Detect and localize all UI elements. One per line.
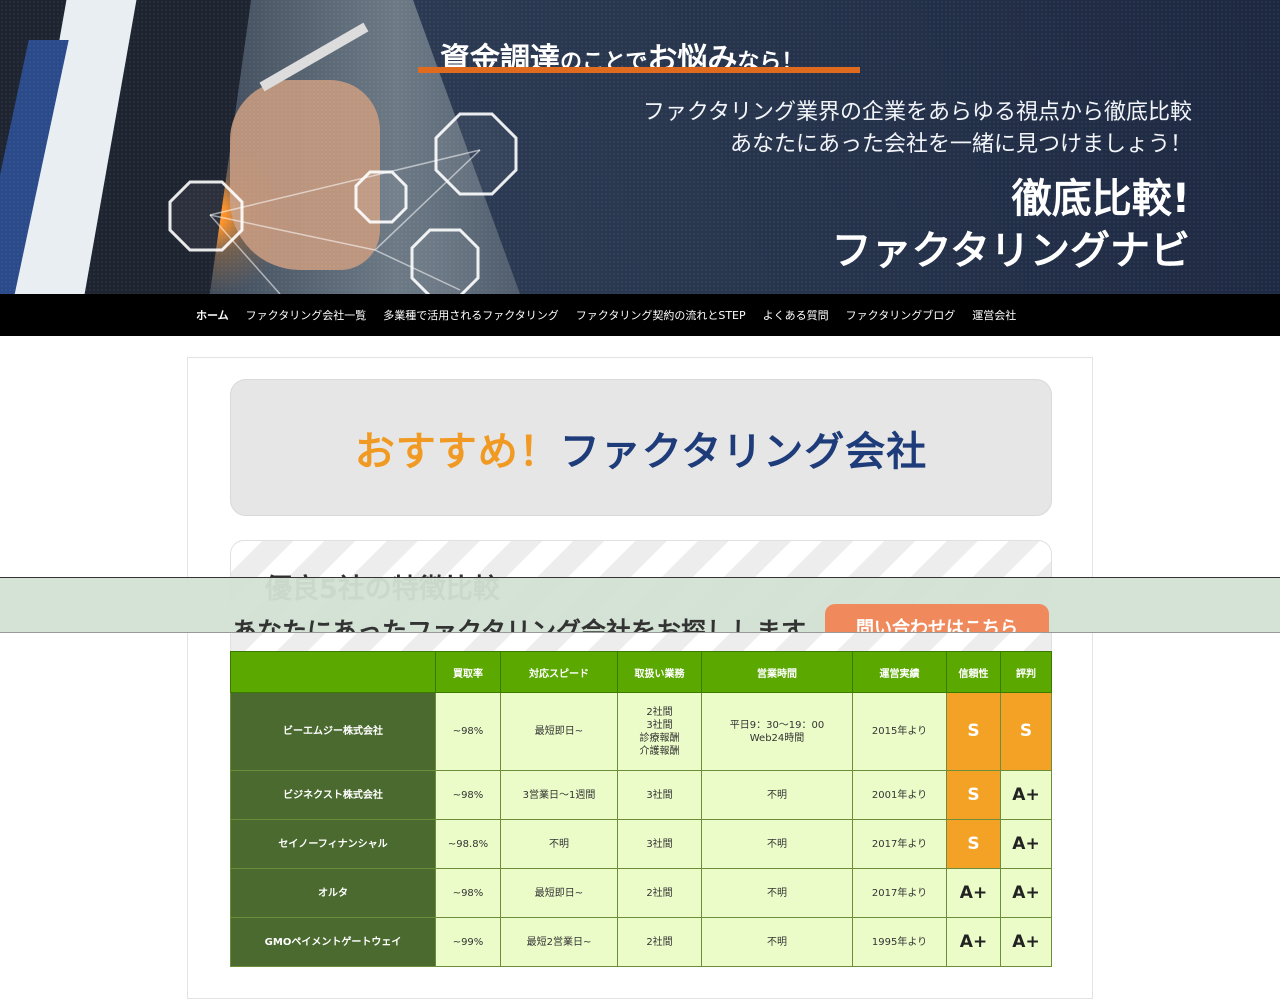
trust-grade: A+ xyxy=(946,917,1001,967)
table-header-row: 買取率 対応スピード 取扱い業務 営業時間 運営実績 信頼性 評判 xyxy=(230,651,1052,693)
hero-title-line2: ファクタリングナビ xyxy=(831,228,1190,274)
recommend-banner: おすすめ！ ファクタリング会社 xyxy=(230,379,1052,516)
table-row: セイノーフィナンシャル ~98.8% 不明 3社間 不明 2017年より S A… xyxy=(230,819,1052,869)
overlay-text: あなたにあったファクタリング会社をお探しします。 xyxy=(232,617,829,633)
company-name[interactable]: GMOペイメントゲートウェイ xyxy=(230,917,436,967)
reputation-grade: S xyxy=(1000,692,1052,771)
hero-sub-line1: ファクタリング業界の企業をあらゆる視点から徹底比較 xyxy=(642,100,1192,125)
response-speed: 最短2営業日~ xyxy=(500,917,618,967)
reputation-grade: A+ xyxy=(1000,819,1052,869)
recommend-prefix: おすすめ！ xyxy=(354,428,560,475)
table-row: ビジネクスト株式会社 ~98% 3営業日〜1週間 3社間 不明 2001年より … xyxy=(230,770,1052,820)
service-item: 診療報酬 xyxy=(639,732,680,744)
services-cell: 3社間 xyxy=(617,770,702,820)
overlay-band: あなたにあったファクタリング会社をお探しします。 問い合わせはこちら xyxy=(0,577,1280,633)
reputation-grade: A+ xyxy=(1000,917,1052,967)
hero-sub-line2: あなたにあった会社を一緒に見つけましょう！ xyxy=(729,132,1192,157)
business-hours-cell: 不明 xyxy=(701,917,853,967)
operating-since: 2015年より xyxy=(852,692,947,771)
trust-grade: A+ xyxy=(946,868,1001,918)
reputation-grade: A+ xyxy=(1000,868,1052,918)
hero-headline-underline xyxy=(418,67,860,73)
nav-item-industries[interactable]: 多業種で活用されるファクタリング xyxy=(383,307,559,323)
services-cell: 3社間 xyxy=(617,819,702,869)
nav-item-company-list[interactable]: ファクタリング会社一覧 xyxy=(246,307,367,323)
table-row: ビーエムジー株式会社 ~98% 最短即日~ 2社間 3社間 診療報酬 介護報酬 … xyxy=(230,692,1052,771)
header-company xyxy=(230,651,436,693)
purchase-rate: ~98% xyxy=(435,868,501,918)
service-item: 介護報酬 xyxy=(639,745,680,757)
header-services: 取扱い業務 xyxy=(617,651,702,693)
header-rate: 買取率 xyxy=(435,651,501,693)
company-name[interactable]: オルタ xyxy=(230,868,436,918)
operating-since: 2017年より xyxy=(852,819,947,869)
nav-item-faq[interactable]: よくある質問 xyxy=(763,307,829,323)
header-reputation: 評判 xyxy=(1000,651,1052,693)
nav-item-home[interactable]: ホーム xyxy=(196,307,229,323)
trust-grade: S xyxy=(946,770,1001,820)
services-cell: 2社間 xyxy=(617,868,702,918)
nav-item-blog[interactable]: ファクタリングブログ xyxy=(846,307,956,323)
business-hours-cell: 不明 xyxy=(701,868,853,918)
service-item: 3社間 xyxy=(646,719,673,731)
recommend-title: ファクタリング会社 xyxy=(559,428,928,475)
response-speed: 3営業日〜1週間 xyxy=(500,770,618,820)
hours-item: Web24時間 xyxy=(749,732,805,744)
services-cell: 2社間 xyxy=(617,917,702,967)
nav-item-contract-flow[interactable]: ファクタリング契約の流れとSTEP xyxy=(576,307,746,323)
response-speed: 最短即日~ xyxy=(500,692,618,771)
company-name[interactable]: ビーエムジー株式会社 xyxy=(230,692,436,771)
table-row: オルタ ~98% 最短即日~ 2社間 不明 2017年より A+ A+ xyxy=(230,868,1052,918)
hero-title-line1: 徹底比較! xyxy=(1011,176,1190,222)
nav-list: ホーム ファクタリング会社一覧 多業種で活用されるファクタリング ファクタリング… xyxy=(196,294,1033,336)
company-name[interactable]: セイノーフィナンシャル xyxy=(230,819,436,869)
reputation-grade: A+ xyxy=(1000,770,1052,820)
business-hours-cell: 平日9：30〜19：00 Web24時間 xyxy=(701,692,853,771)
operating-since: 1995年より xyxy=(852,917,947,967)
main-nav: ホーム ファクタリング会社一覧 多業種で活用されるファクタリング ファクタリング… xyxy=(0,294,1280,336)
services-cell: 2社間 3社間 診療報酬 介護報酬 xyxy=(617,692,702,771)
purchase-rate: ~98% xyxy=(435,770,501,820)
service-item: 2社間 xyxy=(646,706,673,718)
nav-item-company[interactable]: 運営会社 xyxy=(972,307,1016,323)
business-hours-cell: 不明 xyxy=(701,770,853,820)
trust-grade: S xyxy=(946,692,1001,771)
contact-button[interactable]: 問い合わせはこちら xyxy=(825,604,1049,632)
response-speed: 不明 xyxy=(500,819,618,869)
header-hours: 営業時間 xyxy=(701,651,853,693)
purchase-rate: ~98.8% xyxy=(435,819,501,869)
header-trust: 信頼性 xyxy=(946,651,1001,693)
business-hours-cell: 不明 xyxy=(701,819,853,869)
trust-grade: S xyxy=(946,819,1001,869)
header-speed: 対応スピード xyxy=(500,651,618,693)
hero-banner: 資金調達のことでお悩みなら！ ファクタリング業界の企業をあらゆる視点から徹底比較… xyxy=(0,0,1280,294)
operating-since: 2001年より xyxy=(852,770,947,820)
purchase-rate: ~99% xyxy=(435,917,501,967)
table-row: GMOペイメントゲートウェイ ~99% 最短2営業日~ 2社間 不明 1995年… xyxy=(230,917,1052,967)
hours-item: 平日9：30〜19：00 xyxy=(729,719,825,731)
operating-since: 2017年より xyxy=(852,868,947,918)
company-name[interactable]: ビジネクスト株式会社 xyxy=(230,770,436,820)
header-since: 運営実績 xyxy=(852,651,947,693)
comparison-table: 買取率 対応スピード 取扱い業務 営業時間 運営実績 信頼性 評判 ビーエムジー… xyxy=(230,651,1052,967)
purchase-rate: ~98% xyxy=(435,692,501,771)
response-speed: 最短即日~ xyxy=(500,868,618,918)
